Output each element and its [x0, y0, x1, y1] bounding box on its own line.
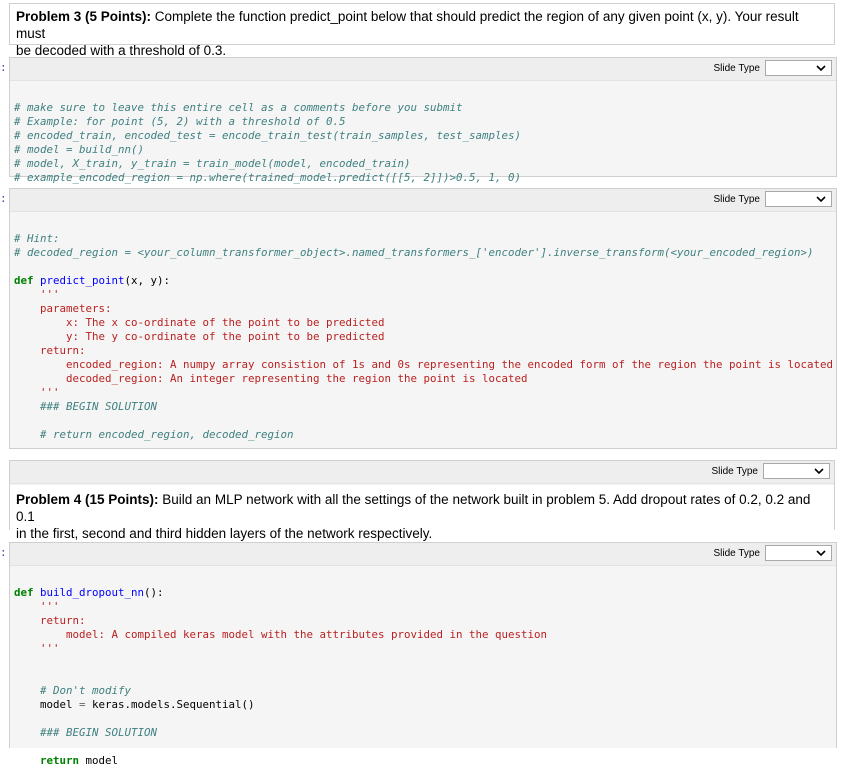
code-line: model = keras.models.Sequential() [14, 698, 255, 711]
chevron-down-icon [814, 468, 824, 475]
slide-type-label: Slide Type [713, 548, 760, 559]
problem-3-text: Problem 3 (5 Points): Complete the funct… [16, 9, 799, 58]
chevron-down-icon [816, 65, 826, 72]
code-line: # Hint: [14, 232, 60, 245]
code-cell-example[interactable]: Slide Type # make sure to leave this ent… [9, 57, 837, 184]
slide-type-select[interactable] [765, 545, 832, 561]
cell-prompt: : [0, 194, 7, 206]
code-line: # return encoded_region, decoded_region [14, 428, 294, 441]
code-line: y: The y co-ordinate of the point to be … [14, 330, 385, 343]
chevron-down-icon [816, 550, 826, 557]
code-line: # make sure to leave this entire cell as… [14, 101, 463, 114]
code-editor[interactable]: def build_dropout_nn(): ''' return: mode… [14, 572, 832, 768]
code-line: # model, X_train, y_train = train_model(… [14, 157, 411, 170]
code-line: # Don't modify [14, 684, 132, 697]
chevron-down-icon [816, 196, 826, 203]
problem-4-text: Problem 4 (15 Points): Build an MLP netw… [10, 485, 834, 541]
code-line: def build_dropout_nn(): [14, 586, 164, 599]
markdown-cell-problem-4[interactable]: Slide Type Problem 4 (15 Points): Build … [9, 460, 835, 541]
code-line: return model [14, 754, 119, 767]
docstring-quote: ''' [14, 642, 60, 655]
cell-toolbar: Slide Type [10, 58, 836, 81]
docstring-quote: ''' [14, 600, 60, 613]
code-line: parameters: [14, 302, 112, 315]
problem-4-heading: Problem 4 (15 Points): [16, 492, 159, 507]
code-line: # encoded_train, encoded_test = encode_t… [14, 129, 522, 142]
slide-type-label: Slide Type [713, 194, 760, 205]
code-line: x: The x co-ordinate of the point to be … [14, 316, 385, 329]
code-cell-build-dropout-nn[interactable]: Slide Type def build_dropout_nn(): ''' r… [9, 542, 837, 767]
code-line: # decoded_region = <your_column_transfor… [14, 246, 814, 259]
code-line: # example_encoded_region = np.where(trai… [14, 171, 522, 184]
cell-prompt: : [0, 63, 7, 75]
code-line: model: A compiled keras model with the a… [14, 628, 548, 641]
docstring-quote: ''' [14, 386, 60, 399]
cell-toolbar: Slide Type [10, 543, 836, 566]
problem-3-heading: Problem 3 (5 Points): [16, 9, 152, 24]
cell-toolbar: Slide Type [10, 189, 836, 212]
code-line: decoded_region: An integer representing … [14, 372, 528, 385]
cell-prompt: : [0, 548, 7, 560]
code-line: ### BEGIN SOLUTION [14, 726, 158, 739]
code-line: encoded_region: A numpy array consistion… [14, 358, 834, 371]
code-editor[interactable]: # make sure to leave this entire cell as… [14, 87, 832, 185]
slide-type-label: Slide Type [711, 466, 758, 477]
docstring-quote: ''' [14, 288, 60, 301]
code-line: def predict_point(x, y): [14, 274, 171, 287]
slide-type-select[interactable] [765, 60, 832, 76]
code-line: # Example: for point (5, 2) with a thres… [14, 115, 346, 128]
markdown-cell-problem-3[interactable]: Problem 3 (5 Points): Complete the funct… [9, 3, 835, 58]
code-line: return: [14, 344, 86, 357]
code-editor[interactable]: # Hint: # decoded_region = <your_column_… [14, 218, 834, 442]
code-line: # model = build_nn() [14, 143, 145, 156]
cell-toolbar: Slide Type [10, 461, 834, 484]
code-cell-predict-point[interactable]: Slide Type # Hint: # decoded_region = <y… [9, 188, 837, 449]
slide-type-label: Slide Type [713, 63, 760, 74]
slide-type-select[interactable] [765, 191, 832, 207]
code-line: ### BEGIN SOLUTION [14, 400, 158, 413]
code-line: return: [14, 614, 86, 627]
slide-type-select[interactable] [763, 463, 830, 479]
